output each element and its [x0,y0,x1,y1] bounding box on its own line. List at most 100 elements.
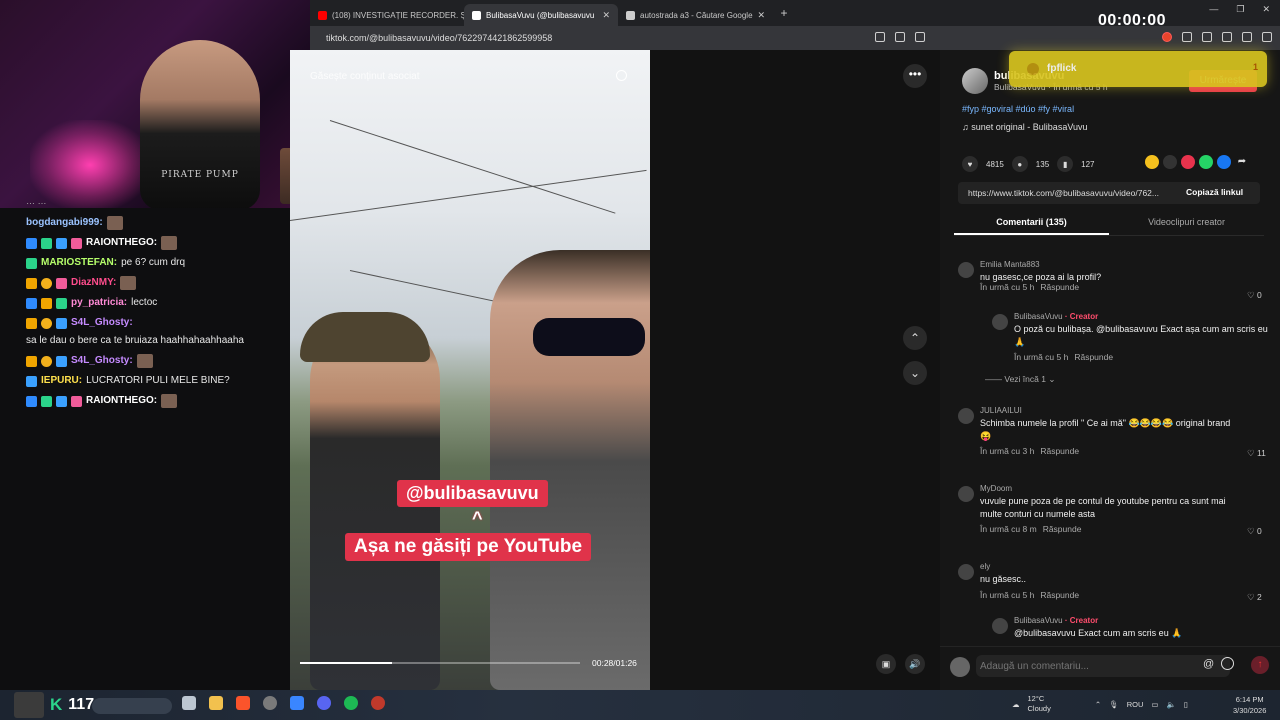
wallet-icon[interactable] [1242,32,1252,42]
send-icon[interactable] [1181,155,1195,169]
minimize-icon[interactable]: — [1209,4,1218,15]
commenter-avatar[interactable] [958,262,974,278]
related-search-hint[interactable]: Găsește conținut asociat [310,71,420,82]
brave-shield-icon[interactable] [1162,32,1172,42]
close-window-icon[interactable]: ✕ [1262,4,1270,15]
clock[interactable]: 6:14 PM 3/30/2026 [1233,694,1266,716]
chat-message: bogdangabi999: [26,216,286,230]
chat-username[interactable]: MARIOSTEFAN: [41,256,117,270]
video-player[interactable]: Găsește conținut asociat @bulibasavuvu ^… [290,50,650,690]
spotify-icon[interactable] [344,696,358,710]
chat-username[interactable]: S4L_Ghosty: [71,316,133,330]
comment-icon[interactable]: ● [1011,156,1028,172]
mic-icon[interactable]: 🎙 [1109,700,1119,709]
commenter-avatar[interactable] [958,486,974,502]
taskbar-search[interactable] [92,698,172,714]
commenter-avatar[interactable] [958,408,974,424]
commenter-avatar[interactable] [992,314,1008,330]
chat-username[interactable]: IEPURU: [41,374,82,388]
reply-button[interactable]: Răspunde [1040,590,1079,600]
previous-video-button[interactable]: ⌃ [903,326,927,350]
restore-icon[interactable]: ❐ [1236,4,1244,15]
like-icon[interactable]: ♥ [962,156,978,172]
file-explorer-icon[interactable] [209,696,223,710]
commenter-avatar[interactable] [958,564,974,580]
address-bar[interactable]: tiktok.com/@bulibasavuvu/video/762297442… [310,26,1280,50]
comment-count: 135 [1035,159,1050,169]
sidebar-icon[interactable] [1222,32,1232,42]
chat-username[interactable]: DiazNMY: [71,276,116,290]
language[interactable]: ROU [1127,700,1144,709]
reply-button[interactable]: Răspunde [1043,524,1082,534]
mention-icon[interactable]: @ [1203,658,1214,670]
miniplayer-icon[interactable]: ▣ [876,654,896,674]
task-view-icon[interactable] [182,696,196,710]
sound-info[interactable]: ♫ sunet original - BulibasaVuvu [962,122,1088,132]
volume-icon[interactable]: 🔊 [905,654,925,674]
whatsapp-icon[interactable] [1199,155,1213,169]
network-icon[interactable]: ▭ [1151,700,1158,709]
commenter-avatar[interactable] [992,618,1008,634]
chat-username[interactable]: S4L_Ghosty: [71,354,133,368]
menu-icon[interactable] [1262,32,1272,42]
coin-icon[interactable] [1145,155,1159,169]
chat-username[interactable]: py_patricia: [71,296,127,310]
comment-input[interactable] [976,655,1230,677]
embed-icon[interactable] [1163,155,1177,169]
notification-count: 1 [1253,62,1259,72]
reply-button[interactable]: Răspunde [1074,352,1113,362]
close-tab-icon[interactable]: ✕ [758,10,766,21]
comment-like[interactable]: ♡ 11 [1247,448,1266,459]
copy-link-button[interactable]: Copiază linkul [1186,187,1243,197]
send-icon[interactable]: ↑ [1251,656,1269,674]
media-icon[interactable] [1202,32,1212,42]
battery-icon[interactable]: ▯ [1184,700,1188,709]
search-icon[interactable] [616,70,627,81]
view-more-replies[interactable]: —— Vezi încă 1 ⌄ [985,374,1055,385]
new-tab-button[interactable]: + [772,6,796,20]
hashtags[interactable]: #fyp #goviral #dúo #fy #viral [962,104,1074,114]
tray-up-icon[interactable]: ⌃ [1095,700,1101,709]
close-tab-icon[interactable]: ✕ [602,10,610,21]
url-text[interactable]: tiktok.com/@bulibasavuvu/video/762297442… [326,33,552,43]
share-arrow-icon[interactable]: ➦ [1235,155,1249,169]
browser-tab[interactable]: (108) INVESTIGAȚIE RECORDER. Și im✕ [310,4,464,26]
chat-username[interactable]: RAIONTHEGO: [86,394,157,408]
author-avatar[interactable] [962,68,988,94]
commenter-name[interactable]: MyDoom [980,484,1012,493]
tab-creator-videos[interactable]: Videoclipuri creator [1109,212,1264,235]
commenter-name[interactable]: Emilia Manta883 [980,260,1040,269]
browser-tab[interactable]: autostrada a3 - Căutare Google ✕ [618,4,772,26]
discord-icon[interactable] [317,696,331,710]
extensions-icon[interactable] [1182,32,1192,42]
commenter-name[interactable]: BulibasaVuvu · Creator [1014,616,1098,625]
video-progress[interactable] [300,662,580,664]
browser-tab[interactable]: BulibasaVuvu (@bulibasavuvu ✕ [464,4,618,26]
obs-icon[interactable] [263,696,277,710]
comment-like[interactable]: ♡ 0 [1247,290,1262,301]
reply-button[interactable]: Răspunde [1040,282,1079,292]
store-icon[interactable] [290,696,304,710]
next-video-button[interactable]: ⌄ [903,361,927,385]
mute-tab-icon[interactable] [875,32,885,42]
commenter-name[interactable]: JULIAAILUI [980,406,1022,415]
share-page-icon[interactable] [915,32,925,42]
emoji-icon[interactable] [1221,657,1234,670]
speaker-icon[interactable]: 🔈 [1166,700,1175,709]
bookmark-icon[interactable]: ▮ [1057,156,1074,172]
comment-like[interactable]: ♡ 2 [1247,592,1262,603]
chrome-icon[interactable] [371,696,385,710]
commenter-name[interactable]: BulibasaVuvu · Creator [1014,312,1098,321]
more-options-button[interactable]: ••• [903,64,927,88]
comment-like[interactable]: ♡ 0 [1247,526,1262,537]
chat-username[interactable]: bogdangabi999: [26,216,103,230]
notification-popup[interactable]: fpflick 1 [1009,51,1267,87]
facebook-icon[interactable] [1217,155,1231,169]
tab-comments[interactable]: Comentarii (135) [954,212,1109,235]
reply-button[interactable]: Răspunde [1040,446,1079,456]
chat-username[interactable]: RAIONTHEGO: [86,236,157,250]
weather-desc: Cloudy [1027,704,1051,713]
cast-icon[interactable] [895,32,905,42]
brave-icon[interactable] [236,696,250,710]
commenter-name[interactable]: ely [980,562,990,571]
